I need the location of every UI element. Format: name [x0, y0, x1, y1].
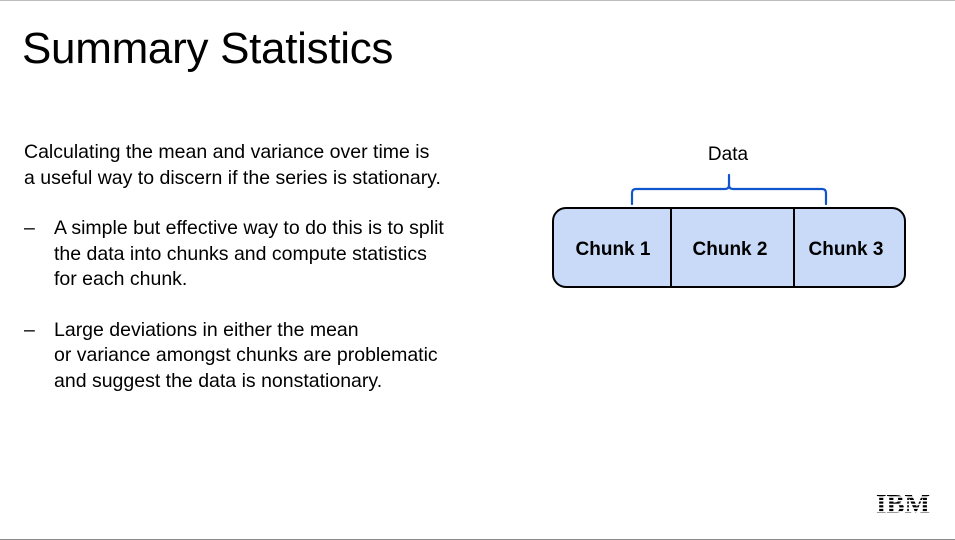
chunk-1-label: Chunk 1: [576, 239, 651, 260]
bullet-1-line-1: A simple but effective way to do this is…: [54, 217, 444, 239]
slide: Summary Statistics Calculating the mean …: [0, 0, 955, 540]
bullet-item-split-chunks: – A simple but effective way to do this …: [24, 216, 494, 293]
bullet-2-line-3: and suggest the data is nonstationary.: [54, 369, 383, 392]
bullet-list: – A simple but effective way to do this …: [24, 216, 494, 394]
bullet-dash: –: [24, 217, 35, 239]
bullet-1-line-3: for each chunk.: [54, 268, 188, 290]
intro-paragraph: Calculating the mean and variance over t…: [24, 140, 494, 191]
intro-line-2: a useful way to discern if the series is…: [24, 166, 441, 189]
bullet-1-line-2: the data into chunks and compute statist…: [54, 242, 427, 265]
chunk-3-label: Chunk 3: [809, 239, 884, 260]
intro-line-1: Calculating the mean and variance over t…: [24, 141, 430, 163]
bullet-2-line-1: Large deviations in either the mean: [54, 318, 359, 341]
bullet-dash: –: [24, 318, 35, 341]
ibm-logo-text: IBM: [876, 490, 930, 516]
chunk-2-label: Chunk 2: [693, 239, 768, 260]
slide-body: Calculating the mean and variance over t…: [24, 140, 494, 394]
data-chunks-diagram: Data Chunk 1 Chunk 2 Chunk 3: [550, 139, 910, 291]
ibm-logo: IBM: [874, 490, 932, 516]
bullet-item-large-deviations: – Large deviations in either the mean or…: [24, 318, 494, 395]
slide-title: Summary Statistics: [22, 24, 394, 73]
ibm-logo-svg: IBM: [876, 490, 930, 516]
diagram-svg: Data Chunk 1 Chunk 2 Chunk 3: [552, 144, 906, 288]
data-label: Data: [708, 144, 749, 165]
data-brace: [630, 173, 828, 206]
bullet-2-line-2: or variance amongst chunks are problemat…: [54, 344, 438, 366]
